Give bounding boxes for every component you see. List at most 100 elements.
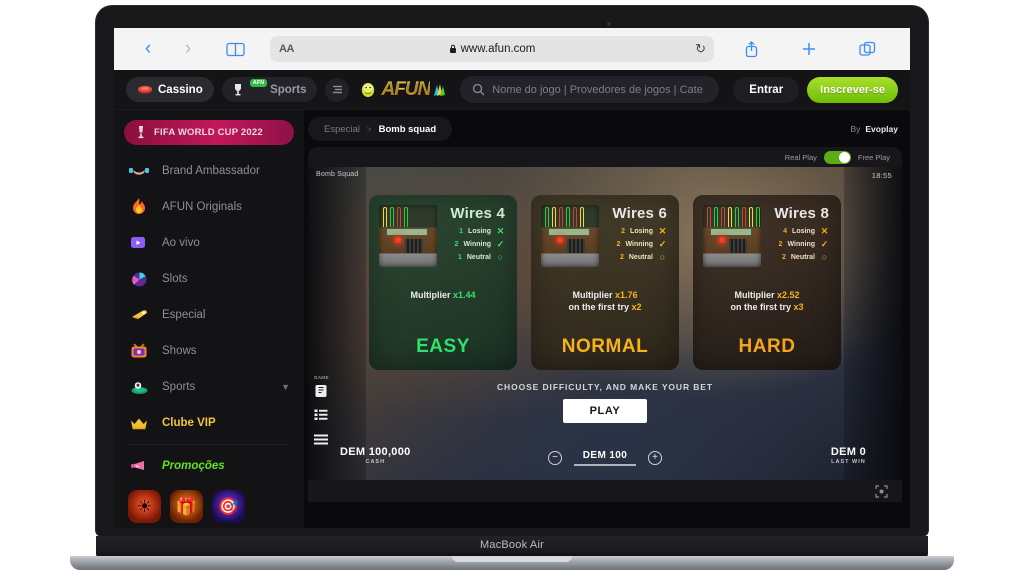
balance-display: DEM 100,000 CASH bbox=[340, 446, 411, 465]
difficulty-card-hard[interactable]: Wires 8 4 Losing ✕ 2 Winning ✓ 2 Neutral… bbox=[693, 195, 841, 370]
wire-red bbox=[707, 207, 711, 227]
bomb-device-icon bbox=[379, 205, 437, 267]
breadcrumb[interactable]: Especial > Bomb squad bbox=[308, 117, 453, 141]
fullscreen-icon[interactable] bbox=[875, 484, 888, 498]
slots-icon bbox=[128, 268, 150, 290]
forward-button[interactable]: › bbox=[168, 38, 208, 60]
first-try-value: x3 bbox=[793, 302, 804, 313]
menu-button[interactable] bbox=[325, 77, 350, 102]
rules-icon[interactable] bbox=[313, 383, 329, 399]
tab-sports[interactable]: AFN Sports bbox=[221, 77, 318, 102]
trophy-icon bbox=[233, 83, 243, 97]
toggle-knob bbox=[838, 151, 850, 163]
breadcrumb-game: Bomb squad bbox=[378, 123, 437, 135]
side-tools-label: GAME bbox=[314, 375, 329, 380]
sidebar-item-slots[interactable]: Slots bbox=[114, 261, 304, 297]
search-input[interactable] bbox=[492, 83, 708, 96]
sidebar-item-ao-vivo[interactable]: Ao vivo bbox=[114, 225, 304, 261]
first-try-label: on the first try bbox=[730, 302, 791, 313]
multiplier-label: Multiplier bbox=[410, 290, 451, 300]
instruction-text: CHOOSE DIFFICULTY, AND MAKE YOUR BET bbox=[497, 382, 713, 392]
logo-text: AFUN bbox=[381, 78, 431, 100]
bomb-led-icon bbox=[719, 237, 725, 243]
bomb-display bbox=[548, 228, 590, 236]
difficulty-card-easy[interactable]: Wires 4 1 Losing ✕ 2 Winning ✓ 1 Neutral… bbox=[369, 195, 517, 370]
card-info: Wires 6 2 Losing ✕ 2 Winning ✓ 2 Neutral… bbox=[605, 205, 669, 267]
bet-increase-button[interactable]: + bbox=[648, 451, 662, 465]
gift-box-icon: 🎁 bbox=[175, 496, 198, 516]
card-stat-winning: 2 Winning ✓ bbox=[443, 239, 505, 250]
login-button[interactable]: Entrar bbox=[733, 76, 800, 103]
tv-icon bbox=[128, 340, 150, 362]
bet-decrease-button[interactable]: − bbox=[548, 451, 562, 465]
sidebar-tile-gift[interactable]: 🎁 bbox=[170, 490, 203, 523]
multiplier-value: x2.52 bbox=[776, 290, 800, 300]
sidebar-item-label: Brand Ambassador bbox=[162, 165, 260, 177]
wire-green bbox=[390, 207, 394, 227]
share-button[interactable] bbox=[722, 40, 780, 58]
sidebar-tile-target[interactable]: 🎯 bbox=[212, 490, 245, 523]
sidebar-item-promocoes[interactable]: % Promoções bbox=[114, 448, 304, 484]
sidebar-item-clube-vip[interactable]: Clube VIP bbox=[114, 405, 304, 441]
tab-cassino[interactable]: Cassino bbox=[126, 77, 214, 102]
live-video-icon bbox=[128, 232, 150, 254]
sidebar-item-especial[interactable]: Especial bbox=[114, 297, 304, 333]
play-mode-row: Real Play Free Play bbox=[308, 147, 902, 167]
show-tabs-button[interactable] bbox=[838, 41, 896, 58]
game-side-tools: GAME bbox=[312, 375, 338, 455]
breadcrumb-category[interactable]: Especial bbox=[324, 124, 360, 135]
sidebar-item-brand-ambassador[interactable]: Brand Ambassador bbox=[114, 153, 304, 189]
url-display: www.afun.com bbox=[270, 43, 714, 55]
sidebar-item-shows[interactable]: Shows bbox=[114, 333, 304, 369]
stat-count: 1 bbox=[459, 228, 464, 235]
site-header: Cassino AFN Sports AFUN Nome do jogo | P… bbox=[114, 70, 910, 110]
chevron-right-icon: › bbox=[184, 38, 192, 59]
provider-name: Evoplay bbox=[865, 124, 898, 134]
paytable-icon[interactable] bbox=[313, 407, 329, 423]
difficulty-card-normal[interactable]: Wires 6 2 Losing ✕ 2 Winning ✓ 2 Neutral… bbox=[531, 195, 679, 370]
card-top: Wires 6 2 Losing ✕ 2 Winning ✓ 2 Neutral… bbox=[541, 205, 669, 267]
back-button[interactable]: ‹ bbox=[128, 38, 168, 60]
card-info: Wires 4 1 Losing ✕ 2 Winning ✓ 1 Neutral… bbox=[443, 205, 507, 267]
sidebar-fifa-banner[interactable]: FIFA WORLD CUP 2022 bbox=[124, 120, 294, 145]
wire-yellow-2 bbox=[749, 207, 753, 227]
casino-chips-icon bbox=[137, 84, 153, 95]
reload-button[interactable]: ↻ bbox=[695, 41, 706, 57]
bet-amount[interactable]: DEM 100 bbox=[574, 450, 636, 466]
bonus-wheel-icon: ☀ bbox=[136, 496, 153, 516]
last-win-display: DEM 0 LAST WIN bbox=[831, 446, 866, 465]
card-difficulty-label: HARD bbox=[738, 336, 796, 357]
chevron-down-icon[interactable]: ▼ bbox=[281, 382, 290, 392]
search-container[interactable] bbox=[460, 76, 720, 103]
reader-view-button[interactable] bbox=[208, 42, 262, 57]
stat-count: 2 bbox=[781, 253, 786, 261]
provider-credit: By Evoplay bbox=[850, 124, 902, 134]
signup-button[interactable]: Inscrever-se bbox=[807, 76, 898, 103]
address-bar[interactable]: AA www.afun.com ↻ bbox=[270, 36, 714, 62]
play-button[interactable]: PLAY bbox=[563, 399, 647, 423]
sidebar-tile-bonus-wheel[interactable]: ☀ bbox=[128, 490, 161, 523]
bomb-led-icon bbox=[557, 237, 563, 243]
new-tab-button[interactable] bbox=[780, 41, 838, 57]
bet-bar: DEM 100,000 CASH − DEM 100 + DEM 0 LAST … bbox=[308, 446, 902, 480]
megaphone-icon: % bbox=[128, 455, 150, 477]
first-try-label: on the first try bbox=[568, 302, 629, 313]
site-logo[interactable]: AFUN bbox=[359, 79, 446, 101]
balance-amount: DEM 100,000 bbox=[340, 446, 411, 458]
stat-label: Winning bbox=[463, 241, 491, 248]
menu-icon[interactable] bbox=[313, 431, 329, 447]
card-stat-losing: 2 Losing ✕ bbox=[605, 226, 667, 237]
balance-label: CASH bbox=[365, 459, 386, 465]
scene: ‹ › AA www.afun.com ↻ Cassino AFN Sports… bbox=[0, 0, 1024, 588]
search-icon bbox=[473, 83, 485, 96]
difficulty-cards: Wires 4 1 Losing ✕ 2 Winning ✓ 1 Neutral… bbox=[308, 195, 902, 370]
play-mode-toggle[interactable] bbox=[823, 150, 851, 164]
wire-green bbox=[714, 207, 718, 227]
game-iframe[interactable]: Bomb Squad 18:55 Wires 4 1 Losing ✕ 2 Wi… bbox=[308, 167, 902, 502]
sidebar-item-afun-originals[interactable]: AFUN Originals bbox=[114, 189, 304, 225]
stat-label: Losing bbox=[630, 228, 653, 235]
sidebar-item-sports[interactable]: Sports ▼ bbox=[114, 369, 304, 405]
stat-label: Neutral bbox=[790, 253, 815, 261]
world-cup-trophy-icon bbox=[136, 125, 146, 140]
wire-green-2 bbox=[404, 207, 408, 227]
